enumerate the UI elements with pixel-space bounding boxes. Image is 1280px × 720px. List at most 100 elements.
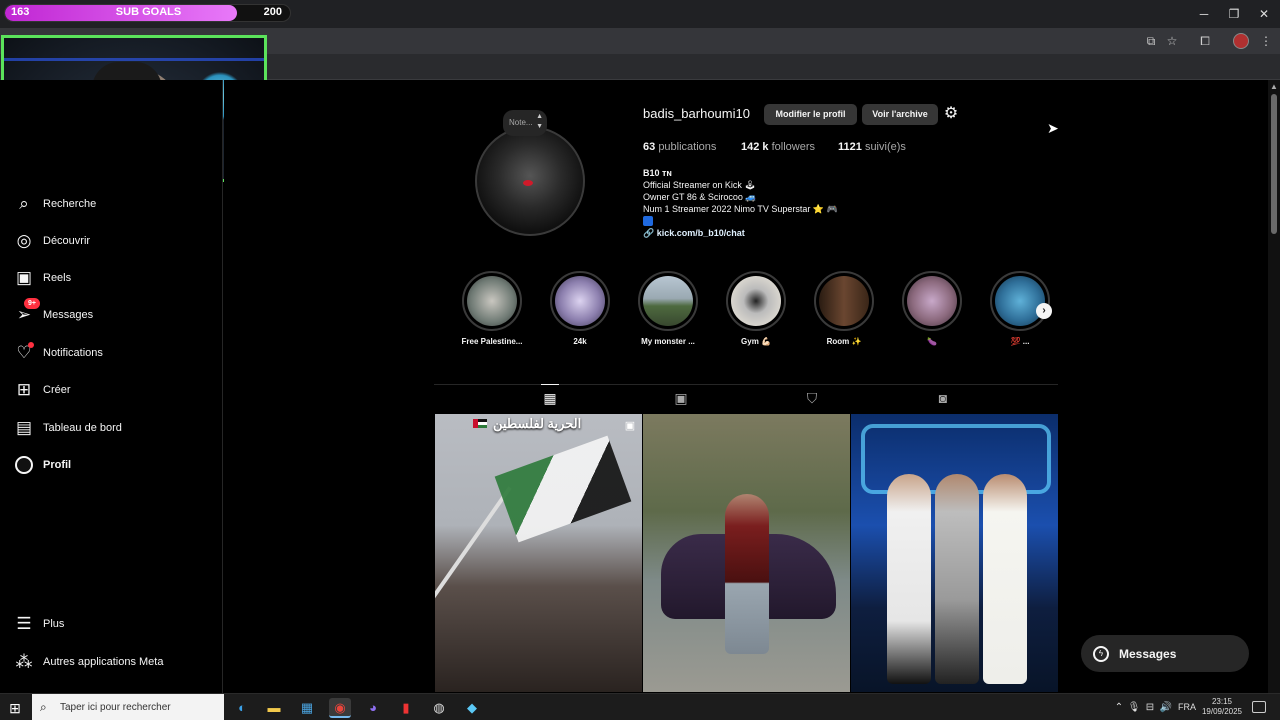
highlights-next-chevron-icon[interactable]: › — [1036, 303, 1052, 319]
bio-line: Owner GT 86 & Scirocoo 🚙 — [643, 192, 757, 202]
active-tab-indicator — [541, 384, 559, 385]
floating-messages-label: Messages — [1119, 646, 1177, 661]
highlight-item[interactable] — [902, 271, 962, 331]
led-strip — [4, 58, 264, 61]
minimize-icon[interactable]: ─ — [1196, 6, 1212, 22]
bookmark-star-icon[interactable]: ☆ — [1164, 33, 1180, 49]
sub-goal-target: 200 — [263, 6, 282, 18]
sidebar-item-label: Notifications — [43, 347, 103, 359]
publications-stat: 63 publications — [643, 141, 716, 153]
discord-icon[interactable]: ◕ — [362, 698, 384, 718]
microphone-icon[interactable]: 🎙 — [1127, 701, 1141, 715]
sidebar-item-dashboard[interactable]: ▤ Tableau de bord — [15, 416, 122, 440]
reels-icon: ▣ — [15, 268, 33, 287]
sidebar-item-search[interactable]: ⌕ Recherche — [15, 192, 96, 216]
scroll-thumb[interactable] — [1271, 94, 1277, 234]
note-bubble[interactable]: Note... ▲ ▼ — [503, 110, 547, 136]
profile-username: badis_barhoumi10 — [643, 106, 750, 121]
sidebar-item-label: Autres applications Meta — [43, 656, 164, 668]
install-app-icon[interactable]: ⧉ — [1143, 33, 1159, 49]
sub-goal-title: SUB GOALS — [115, 6, 182, 18]
highlight-item[interactable] — [462, 271, 522, 331]
store-icon[interactable]: ▦ — [296, 698, 318, 718]
settings-gear-icon[interactable]: ⚙ — [942, 105, 960, 123]
followers-stat[interactable]: 142 k followers — [741, 141, 815, 153]
browser-profile-avatar[interactable] — [1233, 33, 1249, 49]
edit-profile-button[interactable]: Modifier le profil — [764, 104, 857, 125]
saved-bookmark-icon[interactable]: ⛉ — [804, 390, 820, 406]
highlight-item[interactable] — [814, 271, 874, 331]
post-caption: الحرية لفلسطين — [493, 416, 582, 431]
post-tile[interactable]: الحرية لفلسطين ▣ — [435, 414, 642, 692]
file-explorer-icon[interactable]: ▬ — [263, 698, 285, 718]
extensions-icon[interactable]: ⧠ — [1197, 33, 1213, 49]
windows-start-icon[interactable]: ⊞ — [7, 700, 23, 716]
app-icon[interactable]: ◆ — [461, 698, 483, 718]
menu-icon: ☰ — [16, 614, 32, 633]
sidebar-item-explore[interactable]: ◎ Découvrir — [15, 229, 91, 253]
person-shape — [725, 494, 769, 654]
compass-icon: ◎ — [16, 231, 32, 250]
sidebar-item-more[interactable]: ☰ Plus — [15, 612, 64, 636]
following-count: 1121 — [838, 141, 862, 153]
sidebar-item-profile[interactable]: Profil — [15, 453, 71, 477]
sub-goal-bar: 163 SUB GOALS 200 — [4, 4, 291, 22]
sidebar-item-notifications[interactable]: ♡ Notifications — [15, 341, 103, 365]
voicemeeter-icon[interactable]: ▮ — [395, 698, 417, 718]
floating-messages-button[interactable]: ϟ Messages — [1081, 635, 1249, 672]
sidebar-item-label: Plus — [43, 618, 65, 630]
flag-pole — [435, 486, 512, 612]
sidebar-item-create[interactable]: ⊞ Créer — [15, 378, 71, 402]
highlight-item[interactable] — [550, 271, 610, 331]
messenger-icon: ➢ 9+ — [15, 298, 40, 324]
tagged-icon[interactable]: ◙ — [935, 390, 951, 406]
taskbar-search[interactable]: ⌕ Taper ici pour rechercher — [32, 694, 224, 720]
plus-square-icon: ⊞ — [16, 380, 32, 399]
view-archive-button[interactable]: Voir l'archive — [862, 104, 938, 125]
bio-name: B10 ᴛɴ — [643, 168, 672, 178]
restore-icon[interactable]: ❐ — [1226, 6, 1242, 22]
messenger-icon: ϟ — [1093, 645, 1109, 662]
bio-link[interactable]: 🔗 kick.com/b_b10/chat — [643, 228, 745, 239]
network-icon[interactable]: ⊟ — [1143, 701, 1157, 715]
publications-count: 63 — [643, 141, 656, 153]
taskbar-search-placeholder: Taper ici pour rechercher — [60, 702, 171, 713]
close-icon[interactable]: ✕ — [1256, 6, 1272, 22]
sidebar-item-label: Créer — [43, 384, 71, 396]
sidebar-item-label: Messages — [43, 309, 94, 321]
post-tile[interactable] — [643, 414, 850, 692]
highlight-item[interactable] — [638, 271, 698, 331]
page-scrollbar[interactable]: ▲ — [1268, 80, 1280, 693]
bio-line: Official Streamer on Kick 🕹 — [643, 180, 756, 190]
info-emoji-icon — [643, 216, 653, 226]
reels-tab-icon[interactable]: ▣ — [673, 390, 689, 406]
browser-menu-icon[interactable]: ⋮ — [1258, 33, 1274, 49]
edge-icon[interactable]: ◐ — [231, 698, 253, 718]
sidebar-item-messages[interactable]: ➢ 9+ Messages — [15, 298, 94, 327]
search-icon: ⌕ — [40, 700, 47, 714]
scroll-up-icon[interactable]: ▲ — [1268, 82, 1280, 92]
posts-grid-icon[interactable]: ▦ — [542, 390, 558, 406]
sidebar-item-label: Recherche — [43, 198, 97, 210]
language-indicator[interactable]: FRA — [1178, 702, 1196, 712]
mouse-cursor-icon: ➤ — [1047, 120, 1059, 136]
clock[interactable]: 23:15 19/09/2025 — [1199, 697, 1245, 717]
tray-chevron-icon[interactable]: ⌃ — [1112, 701, 1126, 715]
post-tile[interactable] — [851, 414, 1058, 692]
chrome-icon[interactable]: ◉ — [329, 698, 351, 718]
profile-avatar-large[interactable] — [475, 126, 585, 236]
notification-dot — [28, 342, 34, 348]
obs-icon[interactable]: ◍ — [428, 698, 450, 718]
person-shape — [887, 474, 931, 684]
volume-icon[interactable]: 🔊 — [1159, 701, 1173, 715]
highlight-item[interactable] — [726, 271, 786, 331]
note-sort-icon: ▲ ▼ — [536, 113, 543, 130]
avatar-eye — [523, 180, 533, 186]
sidebar-item-reels[interactable]: ▣ Reels — [15, 266, 71, 290]
following-stat[interactable]: 1121 suivi(e)s — [838, 141, 906, 153]
highlight-item[interactable] — [990, 271, 1050, 331]
notification-center-icon[interactable] — [1252, 701, 1266, 713]
sidebar-item-label: Profil — [43, 459, 72, 471]
highlight-label: 🍆 — [927, 337, 937, 346]
sidebar-item-meta-apps[interactable]: ⁂ Autres applications Meta — [15, 650, 164, 674]
